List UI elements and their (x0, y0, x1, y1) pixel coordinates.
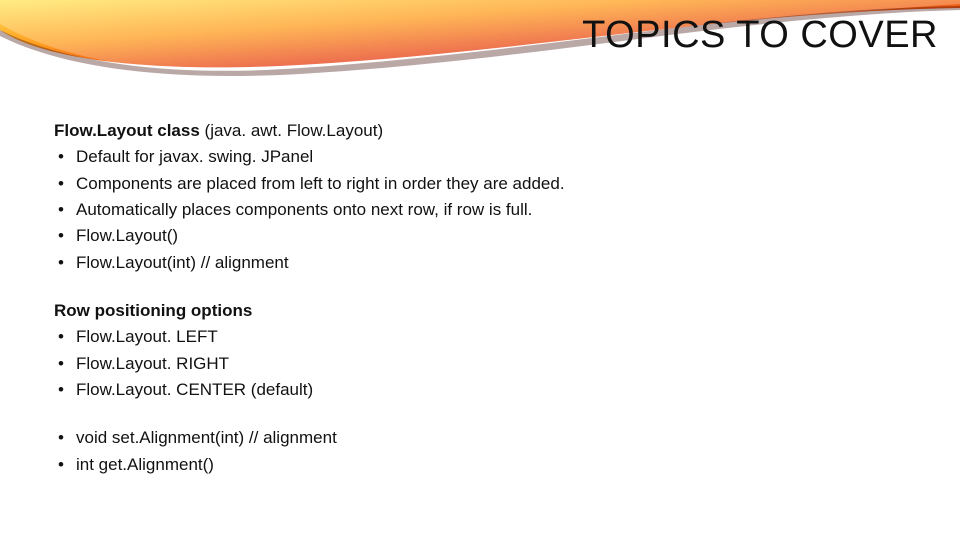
list-item: Flow.Layout() (54, 223, 930, 249)
list-item: Flow.Layout. RIGHT (54, 351, 930, 377)
slide-title: TOPICS TO COVER (582, 14, 938, 57)
bullet-list-1: Default for javax. swing. JPanel Compone… (54, 144, 930, 276)
list-item: Flow.Layout. LEFT (54, 324, 930, 350)
slide-body: Flow.Layout class (java. awt. Flow.Layou… (54, 118, 930, 478)
list-item: Flow.Layout(int) // alignment (54, 250, 930, 276)
heading-bold: Flow.Layout class (54, 121, 205, 140)
list-item: void set.Alignment(int) // alignment (54, 425, 930, 451)
list-item: Components are placed from left to right… (54, 171, 930, 197)
list-item: Automatically places components onto nex… (54, 197, 930, 223)
bullet-list-3: void set.Alignment(int) // alignment int… (54, 425, 930, 478)
list-item: Flow.Layout. CENTER (default) (54, 377, 930, 403)
heading-rest: (java. awt. Flow.Layout) (205, 121, 384, 140)
section-heading-flowlayout: Flow.Layout class (java. awt. Flow.Layou… (54, 118, 930, 144)
section-heading-row-pos: Row positioning options (54, 298, 930, 324)
bullet-list-2: Flow.Layout. LEFT Flow.Layout. RIGHT Flo… (54, 324, 930, 403)
list-item: Default for javax. swing. JPanel (54, 144, 930, 170)
list-item: int get.Alignment() (54, 452, 930, 478)
